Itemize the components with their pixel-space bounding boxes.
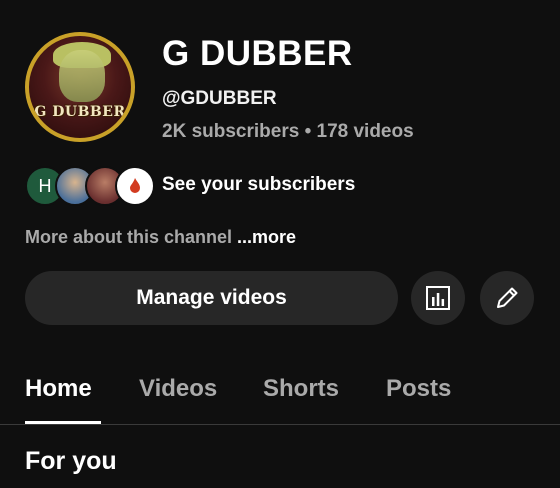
avatar-logo-text: G DUBBER: [34, 104, 126, 120]
tab-shorts[interactable]: Shorts: [263, 375, 339, 403]
analytics-button[interactable]: [411, 271, 465, 325]
manage-videos-button[interactable]: Manage videos: [25, 271, 398, 325]
tab-home[interactable]: Home: [25, 375, 92, 403]
avatar-face: [59, 50, 105, 102]
see-subscribers-label[interactable]: See your subscribers: [162, 174, 355, 196]
channel-avatar[interactable]: G DUBBER: [25, 32, 135, 142]
tab-posts[interactable]: Posts: [386, 375, 451, 403]
flame-icon: [130, 178, 140, 193]
pencil-icon: [497, 287, 518, 308]
more-link[interactable]: ...more: [232, 227, 296, 247]
section-title-for-you: For you: [25, 447, 117, 475]
tabs-divider: [0, 424, 560, 425]
tab-videos[interactable]: Videos: [139, 375, 217, 403]
channel-tabs: Home Videos Shorts Posts: [0, 365, 560, 425]
see-subscribers-row[interactable]: H See your subscribers: [25, 166, 425, 206]
more-about-text: More about this channel: [25, 227, 233, 247]
channel-name: G DUBBER: [162, 34, 353, 73]
more-about-channel[interactable]: More about this channel ...more: [25, 227, 296, 248]
edit-channel-button[interactable]: [480, 271, 534, 325]
channel-handle: @GDUBBER: [162, 88, 277, 109]
channel-stats: 2K subscribers • 178 videos: [162, 121, 414, 142]
subscriber-avatar: [115, 166, 155, 206]
analytics-icon: [426, 286, 450, 310]
